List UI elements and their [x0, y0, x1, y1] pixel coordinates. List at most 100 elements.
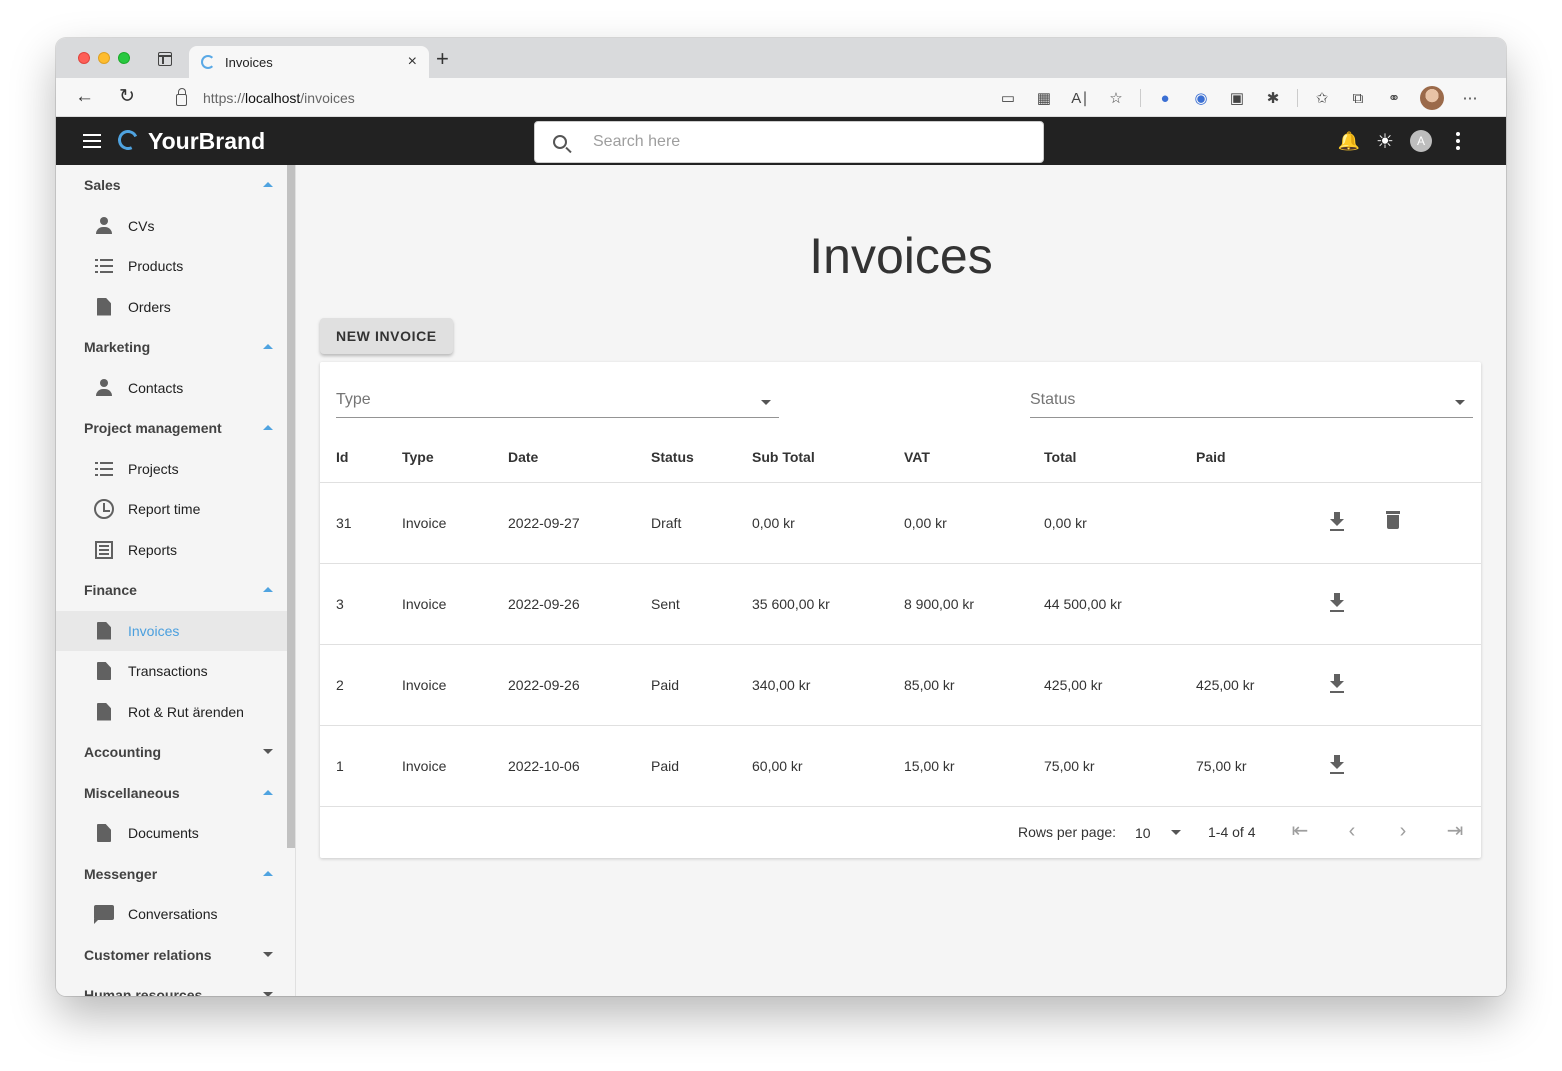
document-icon: [94, 297, 114, 317]
type-filter-label: Type: [336, 391, 371, 408]
download-icon[interactable]: [1329, 755, 1345, 773]
sidebar-group-finance[interactable]: Finance: [56, 570, 295, 611]
sidebar-group-customer-relations[interactable]: Customer relations: [56, 935, 295, 976]
expand-less-icon: [263, 587, 273, 592]
sidebar-item-cvs[interactable]: CVs: [56, 206, 295, 247]
sidebar-item-conversations[interactable]: Conversations: [56, 894, 295, 935]
expand-less-icon: [263, 182, 273, 187]
bell-icon[interactable]: 🔔: [1338, 129, 1360, 153]
header-status[interactable]: Status: [635, 432, 736, 483]
sidebar-item-projects[interactable]: Projects: [56, 449, 295, 490]
cell-vat: 15,00 kr: [888, 725, 1028, 807]
sidebar-group-miscellaneous[interactable]: Miscellaneous: [56, 773, 295, 814]
back-icon[interactable]: ←: [75, 86, 94, 108]
search-box[interactable]: [534, 121, 1044, 163]
extension-3-icon[interactable]: ▣: [1219, 87, 1255, 109]
new-tab-button[interactable]: +: [436, 48, 449, 70]
download-icon[interactable]: [1329, 593, 1345, 611]
apps-icon[interactable]: ▦: [1026, 87, 1062, 109]
table-row[interactable]: 1 Invoice 2022-10-06 Paid 60,00 kr 15,00…: [320, 725, 1481, 807]
menu-icon[interactable]: [83, 134, 101, 148]
collections-icon[interactable]: ⧉: [1340, 87, 1376, 109]
table-row[interactable]: 2 Invoice 2022-09-26 Paid 340,00 kr 85,0…: [320, 644, 1481, 726]
cell-paid: 425,00 kr: [1180, 644, 1300, 726]
header-vat[interactable]: VAT: [888, 432, 1028, 483]
status-filter-select[interactable]: Status: [1030, 384, 1473, 418]
new-invoice-button[interactable]: NEW INVOICE: [320, 318, 453, 354]
header-date[interactable]: Date: [492, 432, 635, 483]
extension-2-icon[interactable]: ◉: [1183, 87, 1219, 109]
rows-per-page-select[interactable]: 10: [1135, 825, 1151, 841]
previous-page-icon[interactable]: ‹: [1342, 821, 1362, 841]
more-vert-icon[interactable]: [1456, 132, 1460, 150]
header-sub-total[interactable]: Sub Total: [736, 432, 888, 483]
sidebar-group-accounting[interactable]: Accounting: [56, 732, 295, 773]
header-id[interactable]: Id: [320, 432, 386, 483]
cell-type: Invoice: [386, 725, 492, 807]
last-page-icon[interactable]: ⇥: [1445, 821, 1465, 841]
next-page-icon[interactable]: ›: [1393, 821, 1413, 841]
read-aloud-icon[interactable]: A∣: [1062, 87, 1098, 109]
first-page-icon[interactable]: ⇤: [1290, 821, 1310, 841]
header-type[interactable]: Type: [386, 432, 492, 483]
sidebar-group-human-resources[interactable]: Human resources: [56, 975, 295, 996]
tab-strip: Invoices × +: [56, 38, 1506, 78]
cell-id: 31: [320, 482, 386, 564]
sidebar-scrollbar[interactable]: [287, 165, 295, 848]
add-favorite-icon[interactable]: ☆: [1098, 87, 1134, 109]
download-icon[interactable]: [1329, 674, 1345, 692]
sidebar-item-products[interactable]: Products: [56, 246, 295, 287]
maximize-window-button[interactable]: [118, 52, 130, 64]
delete-icon[interactable]: [1386, 511, 1400, 529]
header-paid[interactable]: Paid: [1180, 432, 1300, 483]
brand-name[interactable]: YourBrand: [148, 128, 265, 155]
browser-tab-invoices[interactable]: Invoices ×: [189, 46, 429, 78]
cell-actions: [1300, 725, 1481, 807]
extensions-icon[interactable]: ✱: [1255, 87, 1291, 109]
app-available-icon[interactable]: ▭: [990, 87, 1026, 109]
profile-icon[interactable]: [1420, 86, 1444, 110]
theme-toggle-icon[interactable]: ☀: [1374, 129, 1396, 153]
brand-logo-icon: [115, 127, 141, 153]
avatar[interactable]: A: [1410, 130, 1432, 152]
sidebar-group-messenger[interactable]: Messenger: [56, 854, 295, 895]
dropdown-arrow-icon[interactable]: [1171, 830, 1181, 835]
sidebar-item-transactions[interactable]: Transactions: [56, 651, 295, 692]
sidebar-item-contacts[interactable]: Contacts: [56, 368, 295, 409]
toolbar-divider: [1297, 89, 1298, 107]
more-icon[interactable]: ⋯: [1452, 87, 1488, 109]
sidebar-item-report-time[interactable]: Report time: [56, 489, 295, 530]
sidebar-group-project-management[interactable]: Project management: [56, 408, 295, 449]
table-row[interactable]: 31 Invoice 2022-09-27 Draft 0,00 kr 0,00…: [320, 482, 1481, 564]
download-baseline: [1330, 529, 1344, 531]
share-icon[interactable]: ⚭: [1376, 87, 1412, 109]
search-input[interactable]: [593, 133, 1043, 151]
download-icon[interactable]: [1329, 512, 1345, 530]
invoices-card: Type Status Id Type Date Status Sub Tota…: [320, 362, 1481, 858]
table-row[interactable]: 3 Invoice 2022-09-26 Sent 35 600,00 kr 8…: [320, 563, 1481, 645]
url-text: https://localhost/invoices: [203, 89, 355, 106]
sidebar-layout-icon[interactable]: [158, 52, 172, 66]
extension-1-icon[interactable]: ●: [1147, 87, 1183, 109]
lock-icon[interactable]: [176, 87, 187, 106]
sidebar-item-documents[interactable]: Documents: [56, 813, 295, 854]
cell-sub-total: 340,00 kr: [736, 644, 888, 726]
reload-icon[interactable]: ↻: [119, 86, 135, 108]
sidebar-item-invoices[interactable]: Invoices: [56, 610, 295, 651]
close-window-button[interactable]: [78, 52, 90, 64]
sidebar-group-marketing[interactable]: Marketing: [56, 327, 295, 368]
sidebar-group-sales[interactable]: Sales: [56, 165, 295, 206]
header-total[interactable]: Total: [1028, 432, 1180, 483]
cell-id: 2: [320, 644, 386, 726]
sidebar-item-reports[interactable]: Reports: [56, 530, 295, 571]
minimize-window-button[interactable]: [98, 52, 110, 64]
cell-id: 1: [320, 725, 386, 807]
tab-close-icon[interactable]: ×: [408, 53, 417, 71]
dropdown-arrow-icon: [1455, 400, 1465, 405]
type-filter-select[interactable]: Type: [336, 384, 779, 418]
favorites-icon[interactable]: ✩: [1304, 87, 1340, 109]
sidebar-item-rot-rut[interactable]: Rot & Rut ärenden: [56, 692, 295, 733]
sidebar-item-orders[interactable]: Orders: [56, 287, 295, 328]
person-icon: [94, 216, 114, 236]
person-icon: [94, 378, 114, 398]
